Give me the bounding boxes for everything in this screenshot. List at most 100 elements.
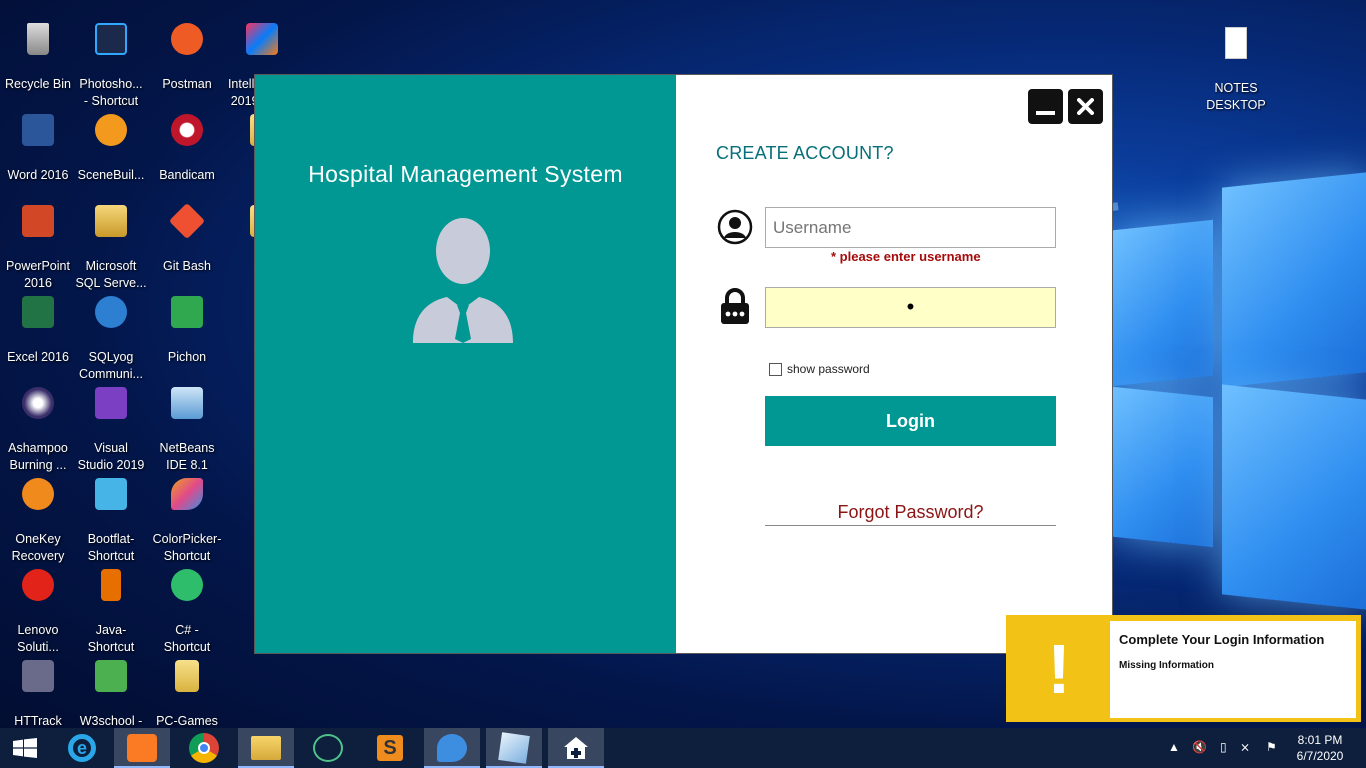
battery-icon[interactable]: ▯ <box>1220 740 1234 768</box>
colorpicker-icon <box>171 478 203 510</box>
desktop-icon-onekey[interactable]: OneKey Recovery <box>0 461 76 565</box>
minimize-icon <box>1036 111 1055 115</box>
username-error: * please enter username <box>831 249 981 264</box>
wallpaper-windows-pane <box>1113 219 1213 387</box>
clock-time: 8:01 PM <box>1297 733 1343 747</box>
desktop-icon-bandicam[interactable]: Bandicam <box>149 97 225 184</box>
chrome-icon <box>189 733 219 763</box>
network-disconnected-icon[interactable]: ⨯ <box>1240 740 1260 768</box>
desktop-icon-ashampoo[interactable]: Ashampoo Burning ... <box>0 370 76 474</box>
visual-studio-icon <box>95 387 127 419</box>
hospital-app-icon <box>564 737 588 759</box>
text-file-icon <box>1225 27 1247 59</box>
desktop-icon-recycle-bin[interactable]: Recycle Bin <box>0 6 76 93</box>
desktop-icon-label: NOTES DESKTOP <box>1206 81 1266 112</box>
tray-overflow-button[interactable]: ▲ <box>1168 740 1182 768</box>
csharp-icon <box>171 569 203 601</box>
desktop-icon-csharp[interactable]: C# - Shortcut <box>149 552 225 656</box>
desktop-icon-label: SceneBuil... <box>77 168 145 182</box>
close-button[interactable] <box>1068 89 1103 124</box>
desktop-icon-excel[interactable]: Excel 2016 <box>0 279 76 366</box>
forgot-password-link[interactable]: Forgot Password? <box>765 502 1056 526</box>
scenebuilder-icon <box>95 114 127 146</box>
desktop-icon-postman[interactable]: Postman <box>149 6 225 93</box>
app-title: Hospital Management System <box>308 161 623 187</box>
form-panel: CREATE ACCOUNT? * please enter username … <box>676 75 1112 653</box>
desktop-icon-java[interactable]: Java- Shortcut <box>73 552 149 656</box>
atom-icon <box>313 734 343 762</box>
login-button[interactable]: Login <box>765 396 1056 446</box>
recycle-bin-icon <box>27 23 49 55</box>
taskbar-clock[interactable]: 8:01 PM 6/7/2020 <box>1290 732 1350 764</box>
desktop-icon-netbeans[interactable]: NetBeans IDE 8.1 <box>149 370 225 474</box>
notification-body: Complete Your Login Information Missing … <box>1110 621 1356 718</box>
show-password-label: show password <box>787 362 870 376</box>
desktop-icon-colorpicker[interactable]: ColorPicker- Shortcut <box>149 461 225 565</box>
taskbar-sublime[interactable]: S <box>362 728 418 768</box>
user-avatar-icon <box>413 218 513 343</box>
taskbar-chrome[interactable] <box>176 728 232 768</box>
taskbar-xampp[interactable] <box>114 728 170 768</box>
action-center-alert-icon[interactable]: ⚑ <box>1266 740 1284 768</box>
taskbar-hospital-app[interactable] <box>548 728 604 768</box>
w3school-icon <box>95 660 127 692</box>
desktop-icon-lenovo[interactable]: Lenovo Soluti... <box>0 552 76 656</box>
excel-icon <box>22 296 54 328</box>
taskbar-sqlyog[interactable] <box>424 728 480 768</box>
close-icon <box>1077 98 1094 115</box>
desktop-icon-label: Bandicam <box>159 168 215 182</box>
brand-panel: Hospital Management System <box>255 75 676 653</box>
taskbar: e S ▲ 🔇 ▯ ⨯ ⚑ 8:01 PM 6/7/2020 <box>0 728 1366 768</box>
taskbar-atom[interactable] <box>300 728 356 768</box>
intellij-icon <box>246 23 278 55</box>
volume-muted-icon[interactable]: 🔇 <box>1192 740 1210 768</box>
desktop-icon-sqlyog[interactable]: SQLyog Communi... <box>73 279 149 383</box>
clock-date: 6/7/2020 <box>1296 749 1344 763</box>
taskbar-file-explorer[interactable] <box>238 728 294 768</box>
httrack-icon <box>22 660 54 692</box>
notification-toast[interactable]: ! Complete Your Login Information Missin… <box>1006 615 1361 722</box>
notification-title: Complete Your Login Information <box>1119 632 1325 647</box>
start-button[interactable] <box>0 728 50 768</box>
desktop-icon-label: Pichon <box>167 350 207 364</box>
photoshop-icon <box>95 23 127 55</box>
desktop-icon-label: PC-Games <box>156 714 218 728</box>
desktop-icon-word[interactable]: Word 2016 <box>0 97 76 184</box>
desktop-icon-sqlserver[interactable]: Microsoft SQL Serve... <box>73 188 149 292</box>
username-input[interactable] <box>765 207 1056 248</box>
desktop-icon-pcgames[interactable]: PC-Games <box>149 643 225 730</box>
desktop-icon-scenebuilder[interactable]: SceneBuil... <box>73 97 149 184</box>
pichon-icon <box>171 296 203 328</box>
desktop-icon-label: Recycle Bin <box>5 77 71 91</box>
user-icon <box>717 209 753 245</box>
ashampoo-icon <box>22 387 54 419</box>
start-icon <box>13 738 37 758</box>
desktop-icon-bootflat[interactable]: Bootflat- Shortcut <box>73 461 149 565</box>
desktop-icon-notes[interactable]: NOTES DESKTOP <box>1198 10 1274 114</box>
internet-explorer-icon: e <box>68 734 96 762</box>
powerpoint-icon <box>22 205 54 237</box>
sublime-icon: S <box>377 735 403 761</box>
desktop-icon-powerpoint[interactable]: PowerPoint 2016 <box>0 188 76 292</box>
taskbar-virtualbox[interactable] <box>486 728 542 768</box>
exclamation-icon: ! <box>1047 630 1071 708</box>
desktop-icon-photoshop[interactable]: Photosho... - Shortcut <box>73 6 149 110</box>
desktop-icon-visualstudio[interactable]: Visual Studio 2019 <box>73 370 149 474</box>
file-explorer-icon <box>251 736 281 760</box>
desktop-icon-label: Word 2016 <box>7 168 69 182</box>
xampp-icon <box>127 734 157 762</box>
lenovo-icon <box>22 569 54 601</box>
wallpaper-windows-pane <box>1113 386 1213 548</box>
create-account-link[interactable]: CREATE ACCOUNT? <box>716 143 894 164</box>
git-bash-icon <box>168 202 206 240</box>
virtualbox-icon <box>498 732 530 764</box>
desktop-icon-label: Postman <box>162 77 212 91</box>
desktop-icon-gitbash[interactable]: Git Bash <box>149 188 225 275</box>
show-password-checkbox[interactable] <box>769 363 782 376</box>
desktop-icon-label: Excel 2016 <box>7 350 69 364</box>
desktop-icon-pichon[interactable]: Pichon <box>149 279 225 366</box>
taskbar-internet-explorer[interactable]: e <box>54 728 110 768</box>
folder-icon <box>175 660 199 692</box>
password-input[interactable]: • <box>765 287 1056 328</box>
minimize-button[interactable] <box>1028 89 1063 124</box>
